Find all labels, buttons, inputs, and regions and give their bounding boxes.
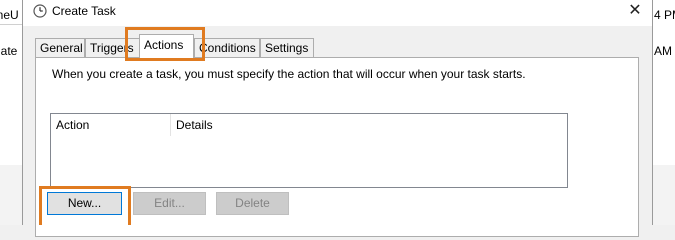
title-bar[interactable]: Create Task ✕ bbox=[23, 0, 652, 26]
actions-tab-panel: When you create a task, you must specify… bbox=[35, 57, 639, 237]
background-band bbox=[0, 165, 22, 225]
button-label: New... bbox=[67, 196, 102, 210]
tab-conditions[interactable]: Conditions bbox=[194, 38, 260, 57]
new-action-button[interactable]: New... bbox=[47, 192, 122, 215]
background-window-right: 4 PM AM bbox=[652, 0, 675, 225]
button-label: Edit... bbox=[154, 196, 185, 210]
dialog-client-area: General Triggers Actions Conditions Sett… bbox=[23, 26, 652, 237]
background-text-fragment: date bbox=[0, 44, 18, 58]
background-text-fragment: AM bbox=[654, 44, 672, 58]
clock-icon bbox=[33, 4, 47, 18]
background-text-fragment: 4 PM bbox=[654, 8, 675, 22]
tab-label: Conditions bbox=[199, 41, 256, 55]
actions-list[interactable]: Action Details bbox=[50, 113, 568, 188]
column-header-label: Details bbox=[176, 118, 213, 132]
create-task-dialog: Create Task ✕ General Triggers Actions C… bbox=[22, 0, 653, 237]
delete-action-button[interactable]: Delete bbox=[216, 192, 289, 215]
button-label: Delete bbox=[235, 196, 270, 210]
background-text-fragment: ineU bbox=[0, 8, 19, 22]
tab-label: Triggers bbox=[90, 41, 134, 55]
tab-label: General bbox=[40, 41, 83, 55]
background-window-left: ineU date bbox=[0, 0, 22, 225]
column-header-details[interactable]: Details bbox=[171, 114, 567, 136]
tab-triggers[interactable]: Triggers bbox=[85, 38, 140, 57]
tab-settings[interactable]: Settings bbox=[260, 38, 314, 57]
edit-action-button[interactable]: Edit... bbox=[133, 192, 206, 215]
column-header-label: Action bbox=[56, 118, 90, 132]
actions-description: When you create a task, you must specify… bbox=[52, 67, 526, 81]
tab-general[interactable]: General bbox=[35, 38, 85, 57]
tab-label: Actions bbox=[144, 38, 184, 52]
tab-actions[interactable]: Actions bbox=[139, 34, 194, 58]
tab-label: Settings bbox=[265, 41, 309, 55]
background-band bbox=[652, 165, 675, 225]
column-header-action[interactable]: Action bbox=[51, 114, 170, 136]
dialog-title: Create Task bbox=[52, 4, 116, 18]
background-divider bbox=[0, 24, 22, 25]
close-icon[interactable]: ✕ bbox=[624, 0, 646, 22]
